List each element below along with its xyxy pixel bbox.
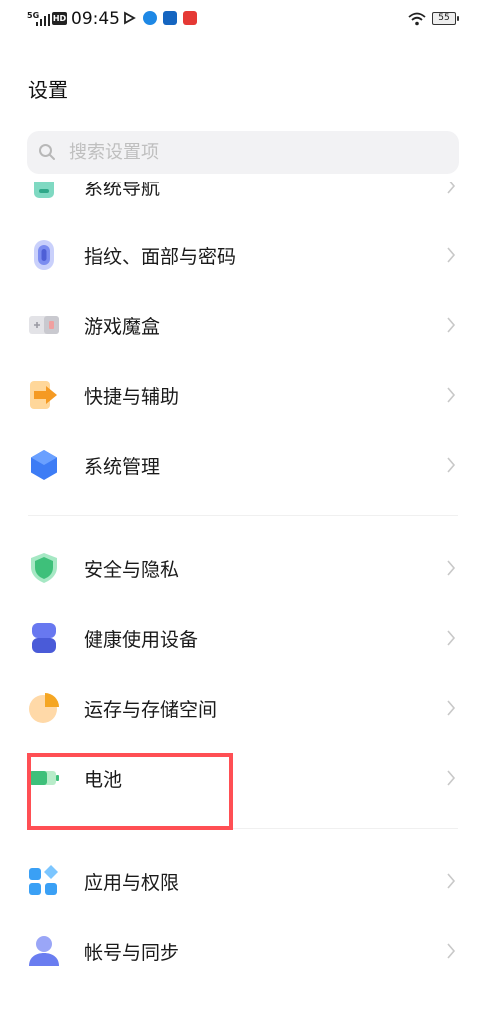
highlight-box (27, 753, 233, 830)
signal-icon (36, 14, 50, 26)
shield-icon (31, 553, 57, 583)
shortcut-arrow-icon (30, 381, 57, 409)
settings-list: 系统导航 指纹、面部与密码 游戏魔盒 快捷与辅助 系统管理 安全与隐私 健康使用… (0, 182, 486, 1020)
search-icon (39, 144, 55, 160)
section-divider (28, 515, 458, 516)
gamepad-icon (29, 316, 59, 334)
wifi-icon (408, 12, 426, 26)
settings-item-shortcuts-accessibility[interactable]: 快捷与辅助 (0, 362, 486, 428)
settings-item-label: 快捷与辅助 (84, 386, 180, 408)
chevron-right-icon (447, 317, 456, 333)
settings-item-label: 指纹、面部与密码 (84, 246, 237, 268)
settings-item-security-privacy[interactable]: 安全与隐私 (0, 535, 486, 601)
hexagon-icon (31, 450, 57, 480)
status-bar: 5G HD 09:45 55 (0, 0, 486, 40)
settings-item-label: 帐号与同步 (84, 942, 180, 964)
settings-item-healthy-device-use[interactable]: 健康使用设备 (0, 605, 486, 671)
settings-item-label: 系统管理 (84, 456, 161, 478)
play-icon (124, 11, 136, 25)
settings-item-system-management[interactable]: 系统管理 (0, 432, 486, 498)
user-icon (29, 936, 59, 966)
chevron-right-icon (447, 943, 456, 959)
settings-item-apps-permissions[interactable]: 应用与权限 (0, 848, 486, 914)
clock: 09:45 (71, 9, 120, 29)
settings-item-label: 系统导航 (84, 182, 161, 199)
chevron-right-icon (447, 770, 456, 786)
chevron-right-icon (447, 457, 456, 473)
chevron-right-icon (447, 247, 456, 263)
hd-badge: HD (52, 12, 67, 25)
app-notification-icon (143, 11, 157, 25)
settings-item-game-box[interactable]: 游戏魔盒 (0, 292, 486, 358)
fingerprint-icon (34, 240, 54, 270)
settings-item-label: 游戏魔盒 (84, 316, 161, 338)
settings-item-memory-storage[interactable]: 运存与存储空间 (0, 675, 486, 741)
search-input[interactable] (69, 131, 449, 174)
battery-level: 55 (432, 12, 459, 25)
page-title: 设置 (28, 78, 68, 102)
chevron-right-icon (447, 630, 456, 646)
chevron-right-icon (447, 700, 456, 716)
chevron-right-icon (447, 560, 456, 576)
chevron-right-icon (447, 387, 456, 403)
apps-grid-icon (29, 865, 58, 895)
navigation-icon (34, 182, 54, 198)
chevron-right-icon (447, 873, 456, 889)
settings-item-label: 运存与存储空间 (84, 699, 218, 721)
settings-item-label: 应用与权限 (84, 872, 180, 894)
settings-item-fingerprint-face-password[interactable]: 指纹、面部与密码 (0, 222, 486, 288)
pie-chart-icon (29, 693, 59, 723)
settings-item-label: 健康使用设备 (84, 629, 199, 651)
hourglass-icon (32, 623, 56, 653)
settings-item-label: 安全与隐私 (84, 559, 180, 581)
settings-item-system-navigation[interactable]: 系统导航 (0, 182, 486, 219)
chevron-right-icon (447, 182, 456, 194)
app-notification-icon (183, 11, 197, 25)
search-bar[interactable] (27, 131, 459, 174)
app-notification-icon (163, 11, 177, 25)
settings-item-account-sync[interactable]: 帐号与同步 (0, 918, 486, 984)
